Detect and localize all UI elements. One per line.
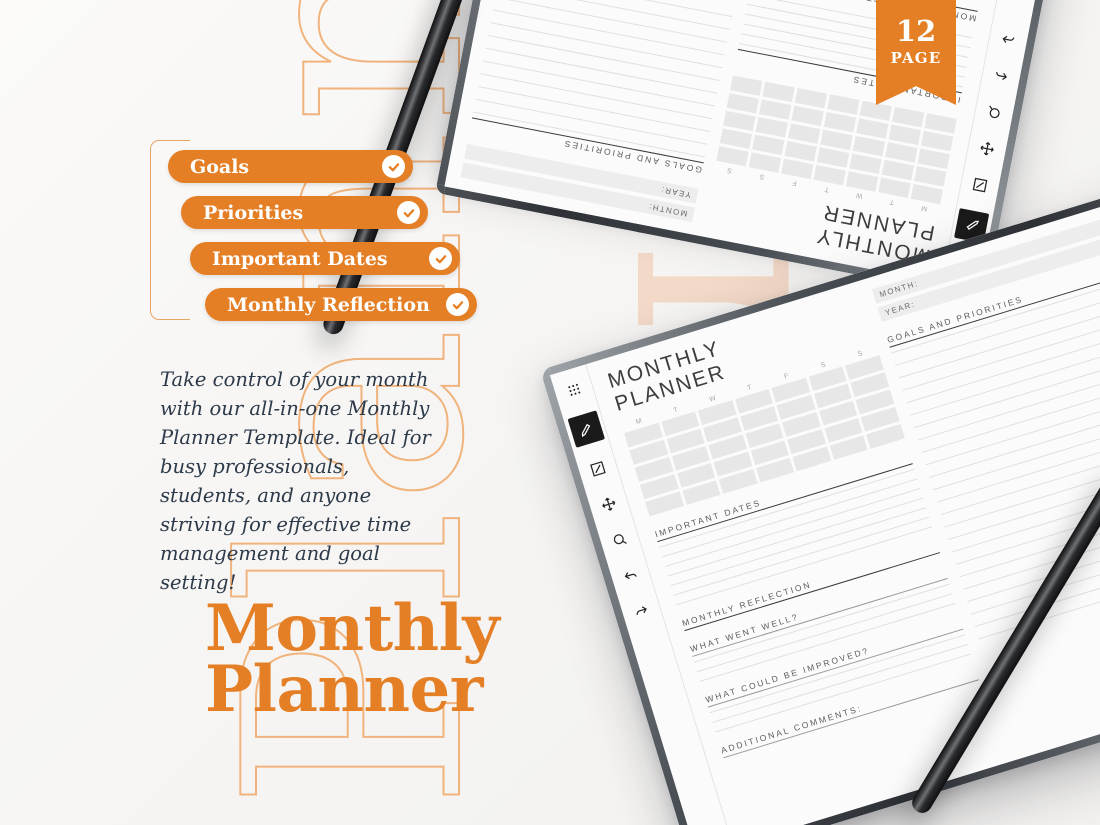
dot-grid-icon[interactable] <box>560 376 587 403</box>
badge-label: PAGE <box>890 49 942 67</box>
undo-icon[interactable] <box>617 561 644 588</box>
zoom-icon[interactable] <box>606 525 633 552</box>
description-text: Take control of your month with our all-… <box>160 368 431 595</box>
feature-pill-list: Goals Priorities Important Dates Monthly… <box>0 150 500 334</box>
feature-pill-label: Monthly Reflection <box>227 293 430 316</box>
move-icon[interactable] <box>595 490 622 517</box>
feature-pill-priorities[interactable]: Priorities <box>181 196 428 229</box>
check-circle-icon <box>382 155 405 178</box>
tablet-device-bottom: MONTHLY PLANNER M T W T F S S IMPORTANT … <box>540 182 1100 825</box>
headline-line-2: Planner <box>205 652 483 728</box>
check-circle-icon <box>397 201 420 224</box>
headline-line-1: Monthly <box>205 591 500 666</box>
redo-icon[interactable] <box>995 27 1021 53</box>
page-title: Monthly Planner <box>205 591 500 728</box>
feature-pill-label: Priorities <box>203 201 304 224</box>
note-edit-icon[interactable] <box>967 173 993 199</box>
tablet-screen-bottom: MONTHLY PLANNER M T W T F S S IMPORTANT … <box>549 192 1100 825</box>
check-circle-icon <box>446 293 469 316</box>
undo-icon[interactable] <box>988 64 1014 90</box>
feature-pill-important-dates[interactable]: Important Dates <box>190 242 460 275</box>
redo-icon[interactable] <box>627 596 654 623</box>
move-icon[interactable] <box>974 136 1000 162</box>
badge-number: 12 <box>895 14 937 48</box>
promo-canvas: Planner planner <box>0 0 1100 825</box>
check-circle-icon <box>429 247 452 270</box>
feature-pill-monthly-reflection[interactable]: Monthly Reflection <box>205 288 477 321</box>
feature-pill-goals[interactable]: Goals <box>168 150 413 183</box>
feature-pill-label: Important Dates <box>212 247 388 270</box>
feature-pill-label: Goals <box>190 155 250 178</box>
note-edit-icon[interactable] <box>584 455 611 482</box>
pen-icon[interactable] <box>567 410 605 448</box>
zoom-icon[interactable] <box>981 100 1007 126</box>
